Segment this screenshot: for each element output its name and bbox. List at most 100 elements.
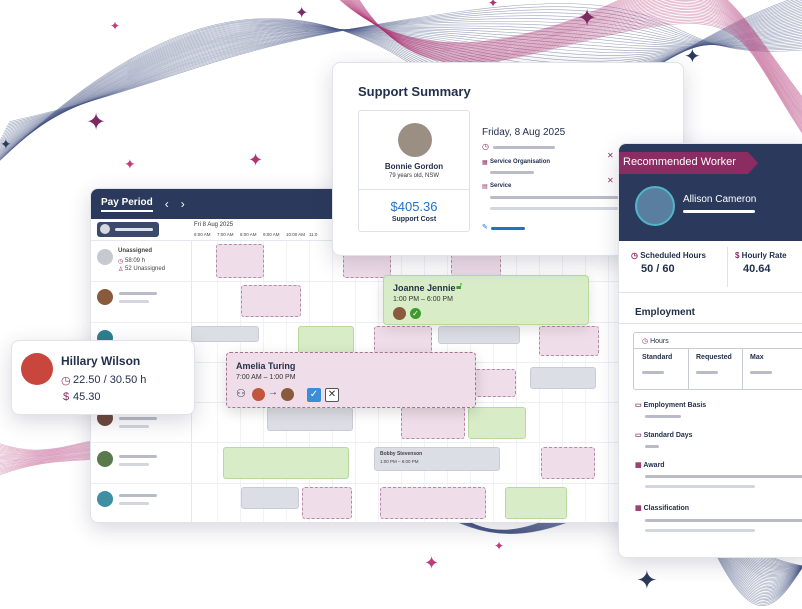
recommended-worker-panel: Recommended Worker Allison Cameron ◷ Sch… [618,143,802,558]
sparkle-icon: ✦ [0,137,12,153]
close-icon[interactable]: ✕ [607,176,614,185]
sparkle-icon: ✦ [488,0,499,10]
divider [742,349,743,389]
value-placeholder [645,529,755,532]
shift-card-amelia[interactable]: Amelia Turing 7:00 AM – 1:00 PM ⚇ → ✓ ✕ [226,352,476,408]
worker-stats: ◷ Scheduled Hours 50 / 60 $ Hourly Rate … [619,241,802,293]
hours-column: Requested [696,354,732,361]
support-cost: $405.36 [390,199,438,214]
scheduled-hours-label: ◷ Scheduled Hours [631,251,706,260]
client-name: Bonnie Gordon [384,162,444,171]
award-label: ▦ Award [635,462,665,469]
confirm-checkbox[interactable]: ✓ [307,388,321,402]
value-placeholder [642,371,664,374]
dollar-icon: $ [735,251,742,260]
shift-block[interactable] [223,447,349,479]
person-icon: ♙ [118,267,124,273]
worker-name: Hillary Wilson [61,354,141,368]
shift-block[interactable] [530,367,596,389]
sparkle-icon: ✦ [248,150,264,171]
dollar-icon: $ [63,391,70,403]
unassigned-count: 52 Unassigned [125,266,166,272]
shift-block[interactable] [216,244,264,278]
classification-label: ▦ Classification [635,505,690,512]
shift-block[interactable] [539,326,599,356]
value-placeholder [645,445,659,448]
shift-block[interactable] [241,487,299,509]
worker-name-placeholder [119,292,157,295]
clock-icon: ◷ [631,251,641,260]
shift-block[interactable] [401,407,465,439]
service-label: Service [490,183,512,189]
shift-block-bobby[interactable]: Bobby Stevenson 1:00 PM – 6:00 PM [374,447,500,471]
sparkle-icon: ✦ [636,566,658,596]
shift-block[interactable] [468,407,526,439]
worker-name: Allison Cameron [683,194,757,205]
sparkle-icon: ✦ [424,553,440,574]
shift-worker-name: Bobby Stevenson [380,451,423,457]
value-placeholder [696,371,718,374]
shift-block[interactable] [267,407,353,431]
close-icon[interactable]: ✕ [607,151,614,160]
clock-icon: ◷ [61,375,71,387]
worker-rate: 45.30 [73,391,101,403]
card-title: Support Summary [358,84,471,99]
filter-label [115,228,153,231]
client-meta: 79 years old, NSW [388,173,440,179]
avatar [252,388,265,401]
sparkle-icon: ✦ [124,157,136,173]
shift-block[interactable] [541,447,595,479]
chevron-left-icon[interactable]: ‹ [165,197,169,211]
hourly-rate-label: $ Hourly Rate [735,251,787,260]
shift-time: 1:00 PM – 6:00 PM [393,296,453,303]
close-icon[interactable]: ✕ [325,388,339,402]
shift-block[interactable] [343,254,391,278]
shift-worker-name: Amelia Turing [236,361,296,371]
divider [217,241,218,522]
sparkle-icon: ✦ [110,19,121,33]
time-label: 10:00 AM [286,232,306,237]
tab-pay-period[interactable]: Pay Period [101,197,153,212]
shift-block[interactable] [241,285,301,317]
pencil-icon[interactable]: ✎ [482,223,488,231]
divider [91,483,649,484]
client-panel: Bonnie Gordon 79 years old, NSW $405.36 … [358,110,470,232]
worker-name-placeholder [119,494,157,497]
shift-block[interactable] [302,487,352,519]
chevron-right-icon[interactable]: › [181,197,185,211]
arrow-right-icon: → [268,387,278,398]
divider [619,323,802,324]
unassigned-title: Unassigned [118,248,153,254]
edit-link[interactable] [491,227,525,230]
divider [688,349,689,389]
shift-block[interactable] [380,487,486,519]
clock-icon: ◷ [118,259,124,265]
avatar [100,224,110,234]
shift-block[interactable] [191,326,259,342]
shift-block[interactable] [474,369,516,397]
hours-column: Standard [642,354,673,361]
check-circle-icon: ✓ [410,308,421,319]
roster-filter[interactable] [97,222,159,237]
shift-time: 7:00 AM – 1:00 PM [236,374,296,381]
sparkle-icon: ✦ [577,4,598,32]
hours-label: ◷ Hours [642,338,669,345]
avatar [398,123,432,157]
shift-block[interactable] [438,326,520,344]
avatar [97,491,113,507]
worker-card-hillary[interactable]: Hillary Wilson ◷ 22.50 / 30.50 h $ 45.30 [11,340,195,415]
shift-block[interactable] [505,487,567,519]
list-icon: ▤ [482,184,488,190]
shift-card-joanne[interactable]: Joanne Jennie 🔓︎ 1:00 PM – 6:00 PM ✓ [383,275,589,325]
worker-detail-placeholder [683,210,755,213]
divider [608,241,609,522]
support-date: Friday, 8 Aug 2025 [482,127,566,138]
building-icon: ▦ [482,160,488,166]
classification-icon: ▦ [635,505,644,512]
time-label: 11:0 [309,232,318,237]
avatar [97,289,113,305]
standard-days-label: ▭ Standard Days [635,432,693,439]
time-label: 8:00 AM [240,232,257,237]
time-axis: 6:00 AM 7:00 AM 8:00 AM 9:00 AM 10:00 AM… [194,232,332,237]
value-placeholder [645,519,802,522]
